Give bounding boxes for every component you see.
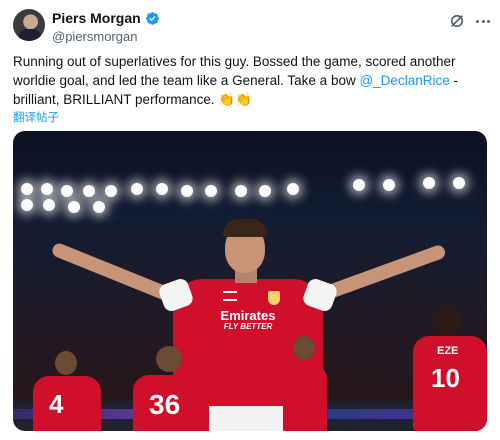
kit-maker-logo <box>223 291 237 301</box>
teammate-head <box>55 351 77 375</box>
teammate-head <box>433 306 461 336</box>
shirt-sponsor-tagline: FLY BETTER <box>223 322 273 331</box>
floodlights <box>13 177 487 213</box>
tweet-photo[interactable]: Emirates FLY BETTER 4 36 EZE 10 <box>13 131 487 431</box>
author-display-name[interactable]: Piers Morgan <box>52 10 141 26</box>
teammate-name: EZE <box>437 345 459 357</box>
mention-link[interactable]: @_DeclanRice <box>359 73 449 88</box>
teammate-right <box>283 363 327 431</box>
clapping-emoji: 👏👏 <box>218 92 252 107</box>
tweet-text: Running out of superlatives for this guy… <box>13 52 483 109</box>
verified-badge-icon <box>145 11 159 25</box>
shirt-sponsor: Emirates <box>220 308 276 323</box>
teammate-number: 4 <box>49 389 64 419</box>
teammate-head <box>156 346 182 372</box>
teammate-number: 36 <box>149 389 181 420</box>
author-avatar[interactable] <box>13 9 45 41</box>
teammate-number: 10 <box>431 363 460 393</box>
teammate-left <box>33 376 101 431</box>
more-options-icon[interactable] <box>474 12 492 30</box>
club-crest <box>268 291 280 305</box>
grok-icon[interactable] <box>448 12 466 30</box>
tweet-card: Piers Morgan @piersmorgan Running out of… <box>0 0 500 440</box>
player-hair <box>223 219 267 237</box>
translate-post-link[interactable]: 翻译帖子 <box>13 109 59 125</box>
author-name-row: Piers Morgan <box>52 10 160 26</box>
teammate-head <box>293 336 315 360</box>
author-handle[interactable]: @piersmorgan <box>52 29 137 44</box>
